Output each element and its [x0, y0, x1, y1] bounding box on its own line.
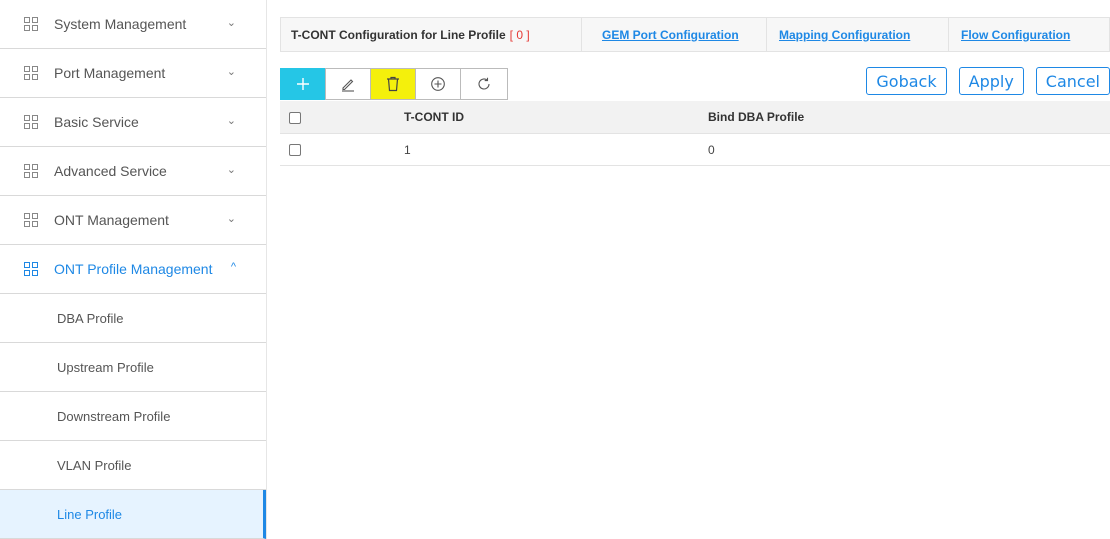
tcont-count: [ 0 ]: [509, 27, 530, 42]
chevron-down-icon: ⌄: [226, 213, 236, 225]
chevron-down-icon: ⌄: [226, 164, 236, 176]
nav-label: ONT Management: [54, 212, 169, 228]
tcont-table: T-CONT ID Bind DBA Profile 1 0: [280, 101, 1110, 166]
tcont-id-cell: 1: [396, 133, 700, 166]
sidebar-item-dba-profile[interactable]: DBA Profile: [0, 294, 266, 343]
nav-label: Advanced Service: [54, 163, 167, 179]
chevron-up-icon: ^: [230, 261, 236, 273]
plus-icon: [297, 78, 309, 90]
tab-bar: T-CONT Configuration for Line Profile [ …: [280, 17, 1110, 52]
sidebar-item-line-profile[interactable]: Line Profile: [0, 490, 266, 539]
grid-icon: [24, 164, 38, 178]
sidebar: System Management ⌄ Port Management ⌄ Ba…: [0, 0, 267, 539]
tab-mapping-configuration[interactable]: Mapping Configuration: [767, 18, 949, 51]
sub-item-label: Downstream Profile: [57, 408, 171, 424]
tab-gem-port-configuration[interactable]: GEM Port Configuration: [582, 18, 767, 51]
chevron-down-icon: ⌄: [226, 17, 236, 29]
nav-label: Basic Service: [54, 114, 139, 130]
nav-label: System Management: [54, 16, 187, 32]
goback-button[interactable]: Goback: [866, 67, 947, 95]
tab-label: T-CONT Configuration for Line Profile: [291, 27, 506, 42]
nav-label: ONT Profile Management: [54, 261, 213, 277]
cancel-button[interactable]: Cancel: [1035, 67, 1110, 95]
grid-icon: [24, 262, 38, 276]
grid-icon: [24, 213, 38, 227]
sidebar-item-vlan-profile[interactable]: VLAN Profile: [0, 441, 266, 490]
grid-icon: [24, 66, 38, 80]
nav-basic-service[interactable]: Basic Service ⌄: [0, 98, 266, 147]
trash-icon: [387, 76, 399, 92]
header-bind-dba-profile[interactable]: Bind DBA Profile: [700, 101, 1110, 134]
table-row[interactable]: 1 0: [280, 133, 1110, 166]
tab-tcont-configuration[interactable]: T-CONT Configuration for Line Profile [ …: [281, 18, 582, 51]
sidebar-item-upstream-profile[interactable]: Upstream Profile: [0, 343, 266, 392]
sub-item-label: VLAN Profile: [57, 457, 132, 473]
apply-button[interactable]: Apply: [958, 67, 1024, 95]
nav-port-management[interactable]: Port Management ⌄: [0, 49, 266, 98]
select-all-cell: [280, 101, 396, 134]
delete-button[interactable]: [370, 68, 416, 100]
nav-advanced-service[interactable]: Advanced Service ⌄: [0, 147, 266, 196]
main-content: T-CONT Configuration for Line Profile [ …: [280, 0, 1110, 539]
chevron-down-icon: ⌄: [226, 66, 236, 78]
add-circle-button[interactable]: [415, 68, 461, 100]
refresh-button[interactable]: [460, 68, 508, 100]
sub-item-label: Line Profile: [57, 506, 123, 522]
sub-item-label: Upstream Profile: [57, 359, 154, 375]
grid-icon: [24, 115, 38, 129]
nav-ont-profile-management[interactable]: ONT Profile Management ^: [0, 245, 266, 294]
toolbar: [280, 68, 508, 100]
sidebar-item-downstream-profile[interactable]: Downstream Profile: [0, 392, 266, 441]
refresh-icon: [478, 77, 490, 90]
header-tcont-id[interactable]: T-CONT ID: [396, 101, 700, 134]
chevron-down-icon: ⌄: [226, 115, 236, 127]
circle-plus-icon: [431, 77, 445, 91]
nav-label: Port Management: [54, 65, 166, 81]
row-checkbox[interactable]: [289, 144, 301, 157]
table-header-row: T-CONT ID Bind DBA Profile: [280, 101, 1110, 134]
sub-item-label: DBA Profile: [57, 310, 124, 326]
bind-dba-profile-cell: 0: [700, 133, 1110, 166]
nav-ont-management[interactable]: ONT Management ⌄: [0, 196, 266, 245]
nav-system-management[interactable]: System Management ⌄: [0, 0, 266, 49]
add-button[interactable]: [280, 68, 326, 100]
grid-icon: [24, 17, 38, 31]
row-select-cell: [280, 133, 396, 166]
select-all-checkbox[interactable]: [289, 111, 301, 124]
edit-button[interactable]: [325, 68, 371, 100]
edit-pencil-icon: [342, 79, 354, 92]
tab-flow-configuration[interactable]: Flow Configuration: [949, 18, 1109, 51]
action-buttons: Goback Apply Cancel: [866, 67, 1110, 95]
